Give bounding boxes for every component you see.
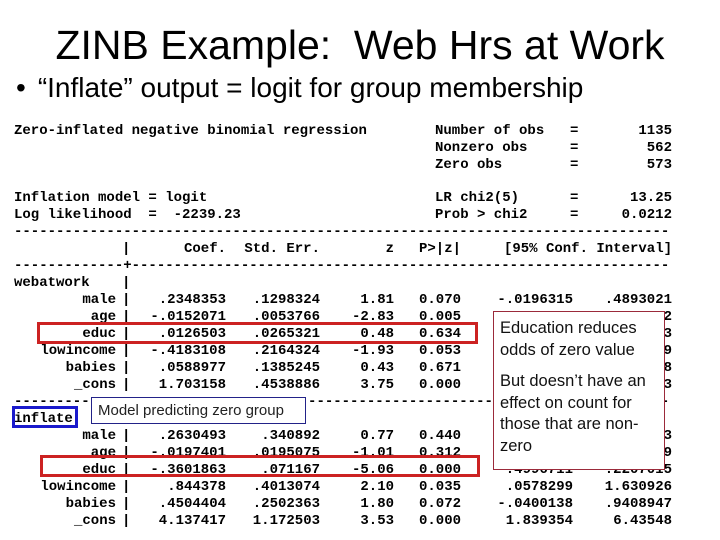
header-conf-interval: [95% Conf. Interval]: [503, 241, 672, 257]
stat-value: 0.0212: [621, 207, 672, 223]
table-rule: ----------------------------------------…: [14, 224, 670, 240]
stat-equals: =: [570, 157, 579, 173]
row-label-lowincome: lowincome: [40, 479, 116, 495]
stat-label: Prob > chi2: [435, 207, 528, 223]
cell-p: 0.000: [418, 377, 461, 393]
stat-value: 562: [646, 140, 672, 156]
log-likelihood: Log likelihood = -2239.23: [14, 207, 241, 223]
column-divider: |: [122, 292, 131, 308]
header-std-err: Std. Err.: [244, 241, 320, 257]
cell-ci-high: .9408947: [604, 496, 672, 512]
cell-p: 0.072: [418, 496, 461, 512]
cell-std-err: .4013074: [252, 479, 320, 495]
cell-ci-low: 1.839354: [505, 513, 573, 529]
cell-std-err: 1.172503: [252, 513, 320, 529]
cell-z: 0.43: [360, 360, 394, 376]
cell-z: 3.75: [360, 377, 394, 393]
cell-z: 1.80: [360, 496, 394, 512]
cell-p: 0.053: [418, 343, 461, 359]
column-divider: |: [122, 360, 131, 376]
cell-std-err: .4538886: [252, 377, 320, 393]
education-note-2: But doesn’t have an effect on count for …: [500, 372, 646, 455]
bullet-text: “Inflate” output = logit for group membe…: [37, 72, 584, 103]
stat-equals: =: [570, 140, 579, 156]
column-divider: |: [122, 428, 131, 444]
cell-p: 0.035: [418, 479, 461, 495]
stat-label: LR chi2(5): [435, 190, 520, 206]
stat-equals: =: [570, 123, 579, 139]
column-divider: |: [122, 513, 131, 529]
header-coef: Coef.: [183, 241, 226, 257]
cell-std-err: .340892: [261, 428, 320, 444]
row-label-male: male: [82, 292, 116, 308]
row-label-lowincome: lowincome: [40, 343, 116, 359]
table-rule: -------------+--------------------------…: [14, 258, 670, 274]
row-label-babies: babies: [65, 360, 116, 376]
column-divider: |: [122, 377, 131, 393]
educ-count-highlight: [37, 322, 478, 344]
row-label-_cons: _cons: [73, 377, 116, 393]
cell-ci-low: -.0196315: [497, 292, 573, 308]
stat-equals: =: [570, 207, 579, 223]
column-divider: |: [122, 241, 131, 257]
row-label-babies: babies: [65, 496, 116, 512]
cell-coef: .4504404: [158, 496, 226, 512]
cell-ci-low: .0578299: [505, 479, 573, 495]
cell-coef: .2348353: [158, 292, 226, 308]
inflation-model: Inflation model = logit: [14, 190, 208, 206]
cell-ci-low: -.0400138: [497, 496, 573, 512]
row-label-male: male: [82, 428, 116, 444]
education-callout: Education reduces odds of zero value But…: [493, 311, 665, 470]
educ-inflate-highlight: [40, 455, 480, 477]
column-divider: |: [122, 496, 131, 512]
header-z: z: [385, 241, 394, 257]
stat-label: Number of obs: [435, 123, 545, 139]
cell-z: -1.93: [351, 343, 394, 359]
zero-group-text: Model predicting zero group: [98, 402, 284, 419]
cell-ci-high: 6.43548: [613, 513, 672, 529]
column-divider: |: [122, 479, 131, 495]
stat-value: 573: [646, 157, 672, 173]
cell-p: 0.000: [418, 513, 461, 529]
column-divider: |: [122, 275, 131, 291]
stat-equals: =: [570, 190, 579, 206]
column-divider: |: [122, 343, 131, 359]
cell-coef: -.4183108: [150, 343, 226, 359]
cell-ci-high: .4893021: [604, 292, 672, 308]
zero-group-callout: Model predicting zero group: [91, 397, 306, 424]
bullet-point: • “Inflate” output = logit for group memb…: [16, 72, 583, 104]
education-note-1: Education reduces odds of zero value: [500, 319, 637, 359]
cell-ci-high: 1.630926: [604, 479, 672, 495]
group-name-webatwork: webatwork: [14, 275, 90, 291]
slide-title: ZINB Example: Web Hrs at Work: [55, 22, 665, 68]
stat-label: Zero obs: [435, 157, 503, 173]
cell-coef: 1.703158: [158, 377, 226, 393]
cell-z: 1.81: [360, 292, 394, 308]
cell-p: 0.440: [418, 428, 461, 444]
cell-coef: .844378: [167, 479, 226, 495]
cell-coef: 4.137417: [158, 513, 226, 529]
bullet-icon: •: [16, 72, 26, 103]
model-title: Zero-inflated negative binomial regressi…: [14, 123, 367, 139]
stat-value: 13.25: [629, 190, 672, 206]
cell-p: 0.070: [418, 292, 461, 308]
cell-std-err: .2164324: [252, 343, 320, 359]
cell-std-err: .2502363: [252, 496, 320, 512]
cell-std-err: .1385245: [252, 360, 320, 376]
inflate-highlight: [12, 406, 78, 428]
cell-coef: .0588977: [158, 360, 226, 376]
cell-z: 3.53: [360, 513, 394, 529]
stat-label: Nonzero obs: [435, 140, 528, 156]
cell-z: 2.10: [360, 479, 394, 495]
header-p: P>|z|: [418, 241, 461, 257]
cell-coef: .2630493: [158, 428, 226, 444]
row-label-_cons: _cons: [73, 513, 116, 529]
cell-z: 0.77: [360, 428, 394, 444]
cell-p: 0.671: [418, 360, 461, 376]
cell-std-err: .1298324: [252, 292, 320, 308]
stat-value: 1135: [638, 123, 672, 139]
